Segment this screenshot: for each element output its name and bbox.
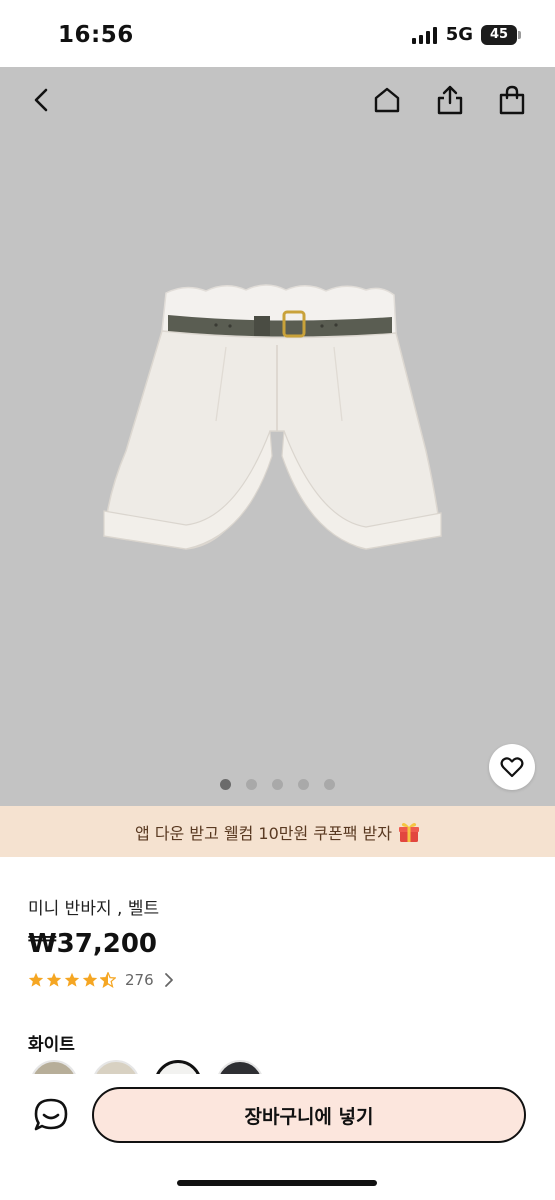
chat-icon [34,1098,68,1131]
pagination-dot[interactable] [324,779,335,790]
coupon-banner-text: 앱 다운 받고 웰컴 10만원 쿠폰팩 받자 [135,823,392,843]
chevron-right-icon[interactable] [164,972,174,988]
back-icon [34,88,48,112]
review-count[interactable]: 276 [125,971,154,989]
pagination-dot[interactable] [272,779,283,790]
signal-icon [411,26,437,44]
pagination-dot[interactable] [246,779,257,790]
status-bar: 16:56 5G 45 [0,0,555,67]
gift-icon [398,822,419,842]
star-icon [46,972,62,987]
battery-icon: 45 [481,24,521,45]
bottom-action-bar: 장바구니에 넣기 [0,1074,555,1200]
half-star-icon [100,972,116,988]
star-icon [64,972,80,987]
rating-stars [28,972,116,988]
status-icons: 5G 45 [411,24,521,45]
cart-button[interactable] [492,80,532,120]
product-image [103,284,442,550]
shopping-bag-icon [499,85,525,115]
product-title: 미니 반바지 , 벨트 [28,899,160,919]
pagination-dot[interactable] [220,779,231,790]
battery-level: 45 [489,27,509,42]
chat-button[interactable] [30,1094,72,1136]
selected-color-label: 화이트 [28,1035,75,1055]
status-time: 16:56 [58,22,134,48]
star-icon [28,972,44,987]
home-indicator [177,1180,377,1186]
product-price: ₩37,200 [28,929,158,959]
share-icon [437,85,463,115]
home-button[interactable] [367,80,407,120]
rating-row[interactable]: 276 [28,971,174,989]
back-button[interactable] [22,80,62,120]
product-image-gallery[interactable] [0,67,555,806]
gallery-pagination [0,779,555,790]
heart-icon [500,757,524,778]
home-icon [374,87,400,113]
add-to-cart-button[interactable]: 장바구니에 넣기 [92,1087,526,1143]
wishlist-button[interactable] [489,744,535,790]
network-type: 5G [445,24,473,45]
share-button[interactable] [430,80,470,120]
pagination-dot[interactable] [298,779,309,790]
coupon-banner[interactable]: 앱 다운 받고 웰컴 10만원 쿠폰팩 받자 [0,806,555,857]
star-icon [82,972,98,987]
